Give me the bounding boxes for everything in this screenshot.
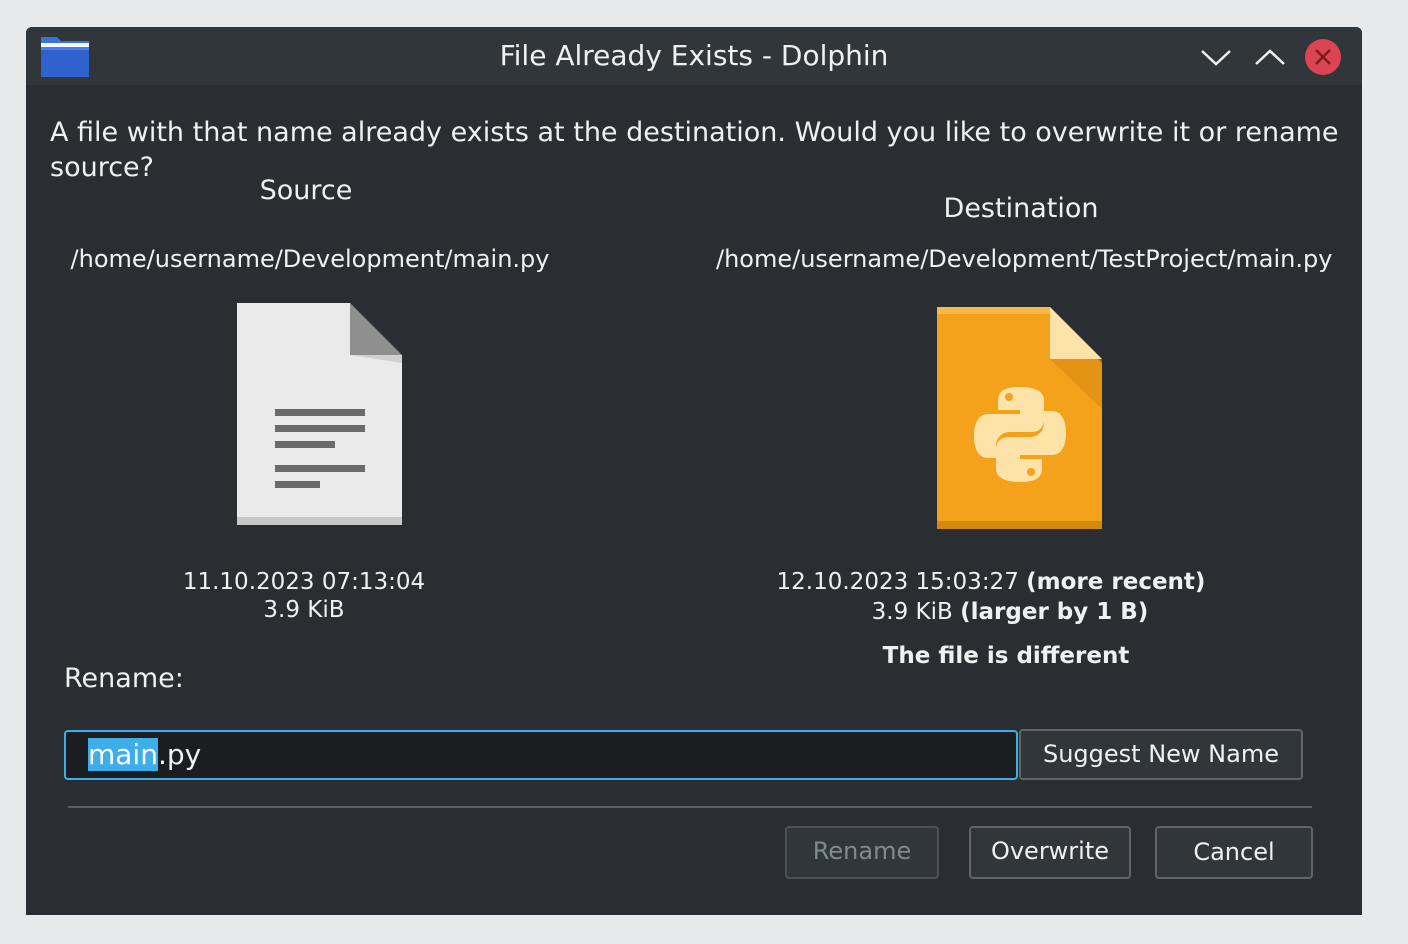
maximize-icon[interactable] [1252,39,1288,75]
source-date: 11.10.2023 07:13:04 [182,569,426,595]
text-document-icon [237,303,402,525]
difference-notice: The file is different [882,643,1130,669]
minimize-icon[interactable] [1198,39,1234,75]
rename-label: Rename: [64,663,184,694]
suggest-new-name-button[interactable]: Suggest New Name [1019,729,1303,780]
cancel-button[interactable]: Cancel [1155,826,1313,879]
rename-input-selection: main [88,738,158,771]
overwrite-button[interactable]: Overwrite [969,826,1131,879]
window-title: File Already Exists - Dolphin [499,39,889,72]
title-bar[interactable]: File Already Exists - Dolphin [26,27,1362,85]
destination-date: 12.10.2023 15:03:27 [776,569,1019,595]
dialog-window: File Already Exists - Dolphin A file wit… [26,27,1362,915]
separator [68,806,1312,808]
destination-date-note: (more recent) [1026,569,1206,595]
destination-size-note: (larger by 1 B) [960,599,1149,625]
destination-path: /home/username/Development/TestProject/m… [716,245,1333,273]
destination-size: 3.9 KiB [871,599,953,625]
source-heading: Source [259,175,353,206]
python-file-icon [937,307,1102,529]
close-icon[interactable] [1305,39,1341,75]
source-path: /home/username/Development/main.py [70,245,550,273]
destination-heading: Destination [943,193,1099,224]
source-size: 3.9 KiB [263,597,345,623]
rename-button[interactable]: Rename [785,826,939,879]
destination-size-line: 3.9 KiB (larger by 1 B) [806,598,1214,626]
destination-date-line: 12.10.2023 15:03:27 (more recent) [766,568,1216,596]
rename-input-extension: .py [157,738,202,771]
rename-input[interactable]: main.py [64,730,1018,780]
source-metadata: 11.10.2023 07:13:04 3.9 KiB [156,568,452,624]
